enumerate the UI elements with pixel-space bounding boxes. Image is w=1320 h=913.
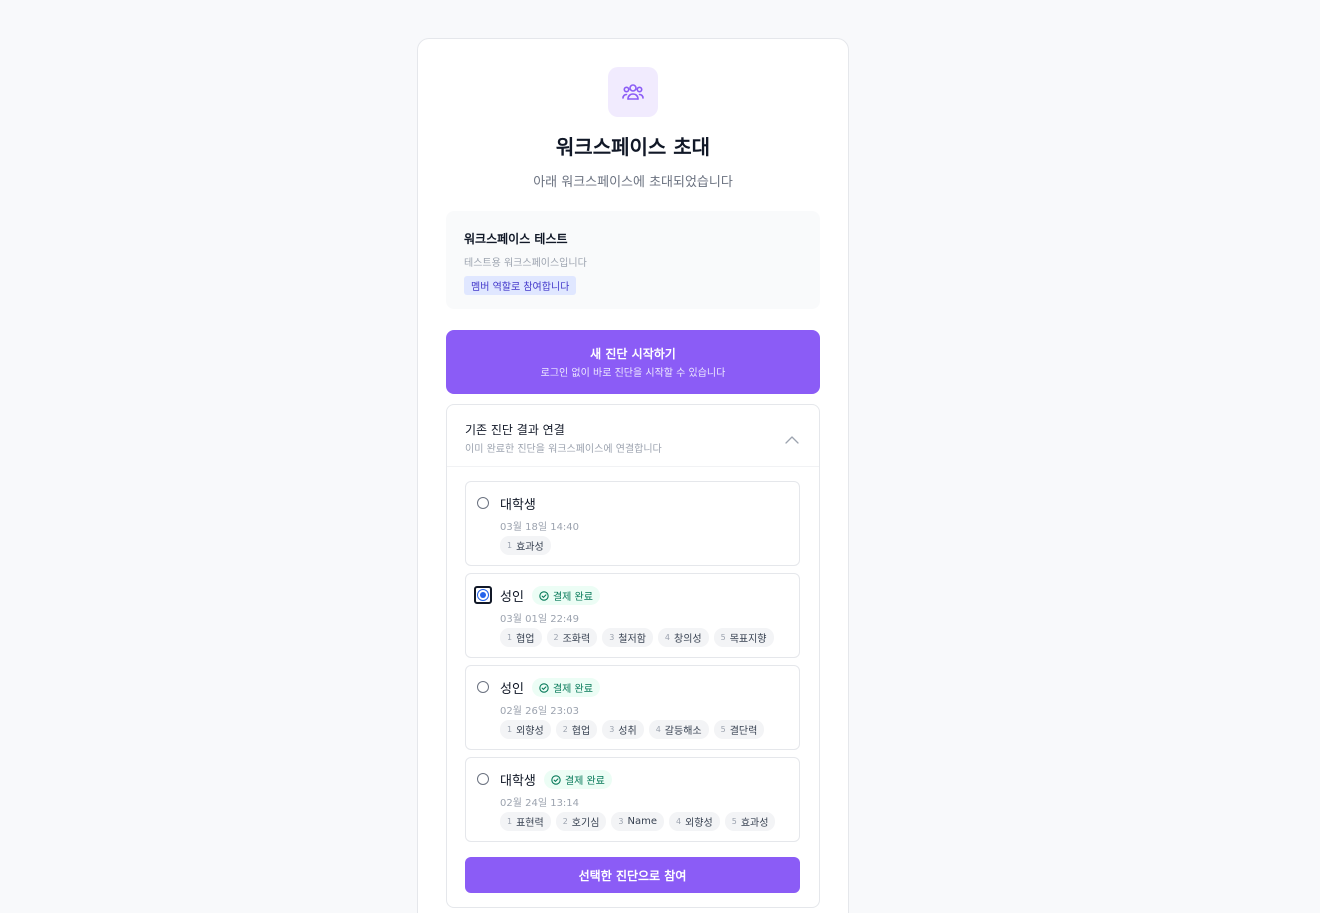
- diagnosis-name: 대학생: [500, 774, 536, 789]
- diagnosis-item[interactable]: 성인 결제 완료 03월 01일 22:49 1 협업 2 조화력 3 철저함 4 창의…: [465, 573, 800, 658]
- diagnosis-name: 성인: [500, 590, 524, 605]
- role-badge: 멤버 역할로 참여합니다: [464, 276, 577, 295]
- trait-rank: 1: [507, 541, 513, 550]
- trait-tag: 4 외향성: [669, 812, 720, 831]
- paid-badge: 결제 완료: [543, 770, 612, 789]
- trait-tag: 1 표현력: [500, 812, 551, 831]
- link-panel-title: 기존 진단 결과 연결: [465, 423, 565, 437]
- trait-tags: 1 표현력 2 호기심 3 Name 4 외향성 5 효과성: [500, 812, 776, 831]
- trait-tag: 4 창의성: [657, 628, 709, 647]
- trait-rank: 5: [720, 633, 726, 642]
- diagnosis-name-row: 성인 결제 완료: [500, 586, 600, 605]
- start-button-label: 새 진단 시작하기: [590, 347, 676, 361]
- diagnosis-name: 대학생: [500, 498, 536, 513]
- trait-tag: 3 성취: [602, 720, 644, 739]
- trait-label: 창의성: [674, 634, 702, 645]
- trait-tags: 1 협업 2 조화력 3 철저함 4 창의성 5 목표지향: [500, 628, 774, 647]
- link-panel-header[interactable]: 기존 진단 결과 연결 이미 완료한 진단을 워크스페이스에 연결합니다: [447, 405, 819, 467]
- diagnosis-item[interactable]: 성인 결제 완료 02월 26일 23:03 1 외향성 2 협업 3 성취 4 갈등해…: [465, 665, 800, 750]
- invite-card: 워크스페이스 초대 아래 워크스페이스에 초대되었습니다 워크스페이스 테스트 …: [417, 38, 849, 913]
- link-existing-panel: 기존 진단 결과 연결 이미 완료한 진단을 워크스페이스에 연결합니다 대학생…: [446, 404, 820, 908]
- diagnosis-date: 03월 01일 22:49: [500, 614, 580, 625]
- start-new-diagnosis-button[interactable]: 새 진단 시작하기 로그인 없이 바로 진단을 시작할 수 있습니다: [446, 330, 820, 394]
- trait-rank: 4: [664, 633, 670, 642]
- trait-label: 외향성: [516, 726, 544, 737]
- diagnosis-date: 02월 26일 23:03: [500, 706, 580, 717]
- workspace-name: 워크스페이스 테스트: [464, 232, 568, 246]
- trait-label: 목표지향: [729, 634, 767, 645]
- check-circle-icon: [551, 774, 561, 785]
- page-title: 워크스페이스 초대: [555, 135, 711, 159]
- users-group-icon: [608, 67, 658, 117]
- diagnosis-radio[interactable]: [477, 773, 489, 785]
- paid-badge: 결제 완료: [531, 678, 600, 697]
- trait-rank: 3: [609, 633, 615, 642]
- trait-label: Name: [627, 816, 658, 827]
- paid-badge-label: 결제 완료: [564, 776, 605, 787]
- diagnosis-name-row: 대학생 결제 완료: [500, 770, 612, 789]
- diagnosis-item[interactable]: 대학생 03월 18일 14:40 1 효과성: [465, 481, 800, 566]
- trait-rank: 5: [731, 817, 737, 826]
- trait-tag: 5 효과성: [724, 812, 776, 831]
- trait-rank: 4: [655, 725, 661, 734]
- trait-rank: 5: [720, 725, 726, 734]
- trait-tag: 3 Name: [611, 812, 665, 831]
- diagnosis-name: 성인: [500, 682, 524, 697]
- trait-label: 효과성: [516, 542, 544, 553]
- diagnosis-name-row: 성인 결제 완료: [500, 678, 600, 697]
- trait-tag: 1 협업: [500, 628, 542, 647]
- diagnosis-date: 03월 18일 14:40: [500, 522, 580, 533]
- trait-tag: 3 철저함: [602, 628, 653, 647]
- page-subtitle: 아래 워크스페이스에 초대되었습니다: [533, 175, 733, 190]
- trait-rank: 2: [562, 817, 568, 826]
- trait-rank: 2: [562, 725, 568, 734]
- trait-label: 표현력: [516, 818, 544, 829]
- trait-tag: 2 협업: [555, 720, 598, 739]
- diagnosis-name-row: 대학생: [500, 494, 536, 513]
- trait-label: 협업: [516, 634, 535, 645]
- workspace-info: 워크스페이스 테스트 테스트용 워크스페이스입니다 멤버 역할로 참여합니다: [446, 211, 820, 309]
- join-with-selected-button[interactable]: 선택한 진단으로 참여: [465, 857, 800, 893]
- trait-label: 효과성: [740, 818, 769, 829]
- trait-label: 조화력: [562, 634, 591, 645]
- link-panel-description: 이미 완료한 진단을 워크스페이스에 연결합니다: [465, 444, 662, 455]
- check-circle-icon: [539, 590, 549, 601]
- trait-tag: 4 갈등해소: [648, 720, 709, 739]
- trait-rank: 1: [507, 725, 513, 734]
- check-circle-icon: [539, 682, 549, 693]
- diagnosis-item[interactable]: 대학생 결제 완료 02월 24일 13:14 1 표현력 2 호기심 3 Name …: [465, 757, 800, 842]
- paid-badge: 결제 완료: [531, 586, 600, 605]
- trait-tag: 5 결단력: [713, 720, 765, 739]
- paid-badge-label: 결제 완료: [552, 684, 593, 695]
- diagnosis-radio[interactable]: [477, 497, 489, 509]
- trait-label: 협업: [571, 726, 591, 737]
- trait-rank: 3: [618, 817, 624, 826]
- diagnosis-radio[interactable]: [477, 681, 489, 693]
- trait-rank: 4: [676, 817, 682, 826]
- trait-label: 외향성: [685, 818, 713, 829]
- trait-rank: 3: [609, 725, 615, 734]
- diagnosis-date: 02월 24일 13:14: [500, 798, 580, 809]
- trait-label: 호기심: [571, 818, 600, 829]
- trait-label: 갈등해소: [664, 726, 702, 737]
- trait-tags: 1 외향성 2 협업 3 성취 4 갈등해소 5 결단력: [500, 720, 765, 739]
- trait-tags: 1 효과성: [500, 536, 551, 555]
- diagnosis-radio[interactable]: [477, 589, 489, 601]
- trait-tag: 1 외향성: [500, 720, 551, 739]
- paid-badge-label: 결제 완료: [552, 592, 593, 603]
- trait-rank: 2: [553, 633, 559, 642]
- chevron-up-icon[interactable]: [785, 429, 799, 448]
- trait-label: 성취: [618, 726, 637, 737]
- trait-tag: 1 효과성: [500, 536, 551, 555]
- start-button-sublabel: 로그인 없이 바로 진단을 시작할 수 있습니다: [540, 368, 726, 379]
- workspace-description: 테스트용 워크스페이스입니다: [464, 258, 587, 269]
- trait-tag: 5 목표지향: [713, 628, 774, 647]
- trait-label: 철저함: [618, 634, 646, 645]
- trait-rank: 1: [507, 817, 513, 826]
- trait-label: 결단력: [729, 726, 758, 737]
- trait-rank: 1: [507, 633, 513, 642]
- trait-tag: 2 조화력: [546, 628, 598, 647]
- trait-tag: 2 호기심: [555, 812, 607, 831]
